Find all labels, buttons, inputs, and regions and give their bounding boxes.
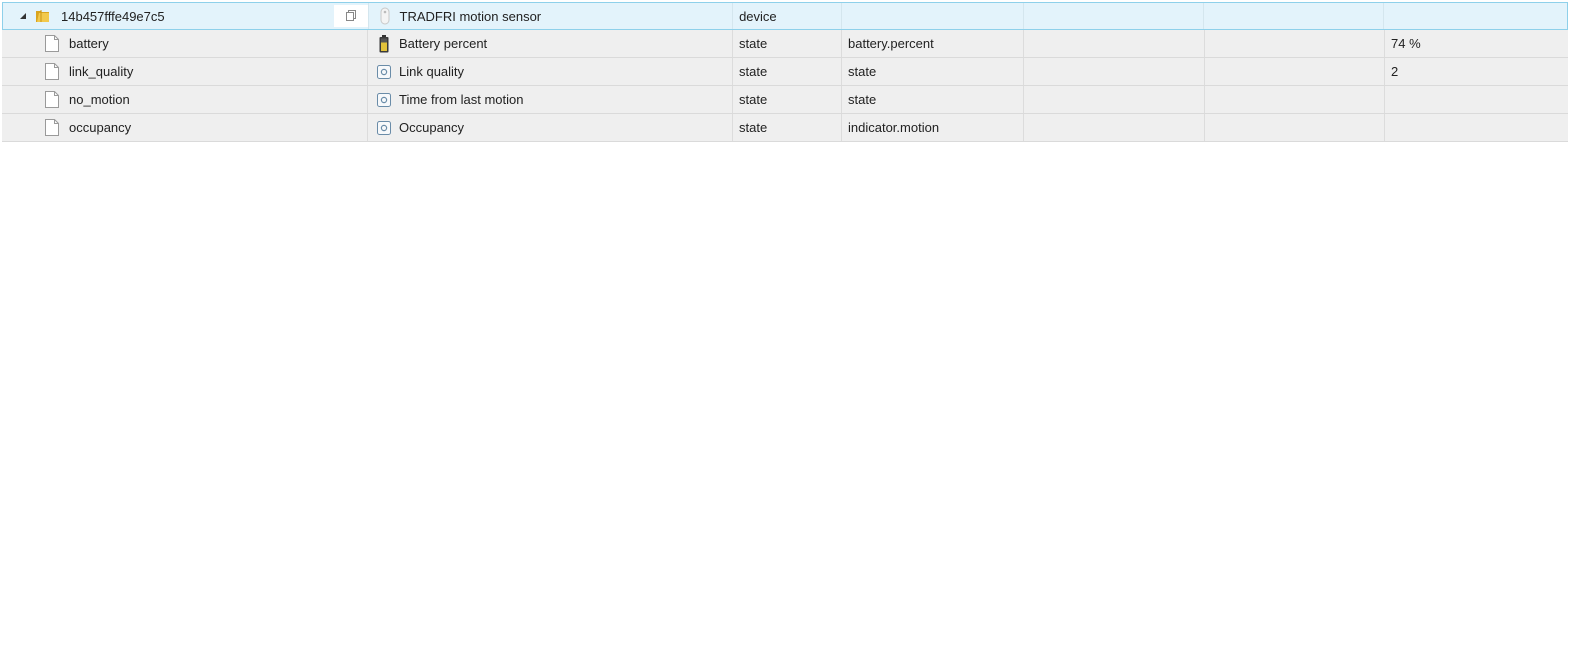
state-value: 74 % [1391, 36, 1421, 51]
state-function-cell [1205, 114, 1385, 141]
state-room-cell [1024, 86, 1205, 113]
file-icon [45, 91, 59, 108]
file-icon [45, 63, 59, 80]
state-icon [376, 119, 392, 137]
file-icon [45, 35, 59, 52]
device-room-cell [1024, 3, 1205, 29]
state-function-cell [1205, 30, 1385, 57]
device-type-cell: device [733, 3, 842, 29]
state-id: occupancy [69, 120, 132, 135]
state-id: battery [69, 36, 109, 51]
state-room-cell [1024, 114, 1205, 141]
state-type: state [739, 92, 768, 107]
device-id: 14b457fffe49e7c5 [61, 8, 165, 24]
state-room-cell [1024, 30, 1205, 57]
state-name: Time from last motion [399, 92, 524, 107]
state-row-link-quality[interactable]: link_quality Link quality state state 2 [2, 58, 1568, 86]
state-role: battery.percent [848, 36, 934, 51]
state-id: link_quality [69, 64, 134, 79]
state-id: no_motion [69, 92, 130, 107]
motion-sensor-icon [377, 7, 393, 25]
state-role-cell: state [842, 86, 1024, 113]
battery-icon [376, 34, 392, 53]
state-id-cell: link_quality [2, 58, 368, 85]
state-row-occupancy[interactable]: occupancy Occupancy state indicator.moti… [2, 114, 1568, 142]
state-id-cell: occupancy [2, 114, 368, 141]
state-value: 2 [1391, 64, 1399, 79]
state-room-cell [1024, 58, 1205, 85]
device-role-cell [842, 3, 1024, 29]
state-id-cell: no_motion [2, 86, 368, 113]
file-icon [45, 119, 59, 136]
device-type: device [739, 8, 777, 24]
device-function-cell [1204, 3, 1385, 29]
device-name-cell: TRADFRI motion sensor [369, 3, 734, 29]
state-type-cell: state [733, 86, 842, 113]
state-id-cell: battery [2, 30, 368, 57]
object-tree: 14b457fffe49e7c5 TRADFRI motion sensor d… [2, 2, 1568, 142]
state-name: Occupancy [399, 120, 465, 135]
state-name-cell: Link quality [368, 58, 733, 85]
state-name-cell: Occupancy [368, 114, 733, 141]
copy-id-button[interactable] [333, 5, 368, 27]
copy-icon [345, 10, 356, 21]
state-function-cell [1205, 58, 1385, 85]
state-role-cell: indicator.motion [842, 114, 1024, 141]
state-name: Battery percent [399, 36, 488, 51]
state-type: state [739, 36, 768, 51]
device-name: TRADFRI motion sensor [399, 8, 542, 24]
device-value-cell [1384, 3, 1567, 29]
state-role: indicator.motion [848, 120, 940, 135]
state-type-cell: state [733, 58, 842, 85]
state-value-cell[interactable] [1385, 114, 1568, 141]
state-type: state [739, 64, 768, 79]
state-role-cell: battery.percent [842, 30, 1024, 57]
state-name-cell: Battery percent [368, 30, 733, 57]
state-value-cell[interactable] [1385, 86, 1568, 113]
state-function-cell [1205, 86, 1385, 113]
state-value-cell[interactable]: 74 % [1385, 30, 1568, 57]
state-name: Link quality [399, 64, 465, 79]
state-name-cell: Time from last motion [368, 86, 733, 113]
state-role: state [848, 64, 877, 79]
state-icon [376, 91, 392, 109]
device-row[interactable]: 14b457fffe49e7c5 TRADFRI motion sensor d… [2, 2, 1568, 30]
state-type-cell: state [733, 30, 842, 57]
state-value-cell[interactable]: 2 [1385, 58, 1568, 85]
state-role: state [848, 92, 877, 107]
folder-icon [35, 8, 51, 24]
state-type: state [739, 120, 768, 135]
state-role-cell: state [842, 58, 1024, 85]
collapse-triangle-icon[interactable] [17, 10, 29, 22]
device-id-cell: 14b457fffe49e7c5 [3, 3, 369, 29]
state-row-no-motion[interactable]: no_motion Time from last motion state st… [2, 86, 1568, 114]
state-icon [376, 63, 392, 81]
state-row-battery[interactable]: battery Battery percent state battery.pe… [2, 30, 1568, 58]
state-type-cell: state [733, 114, 842, 141]
